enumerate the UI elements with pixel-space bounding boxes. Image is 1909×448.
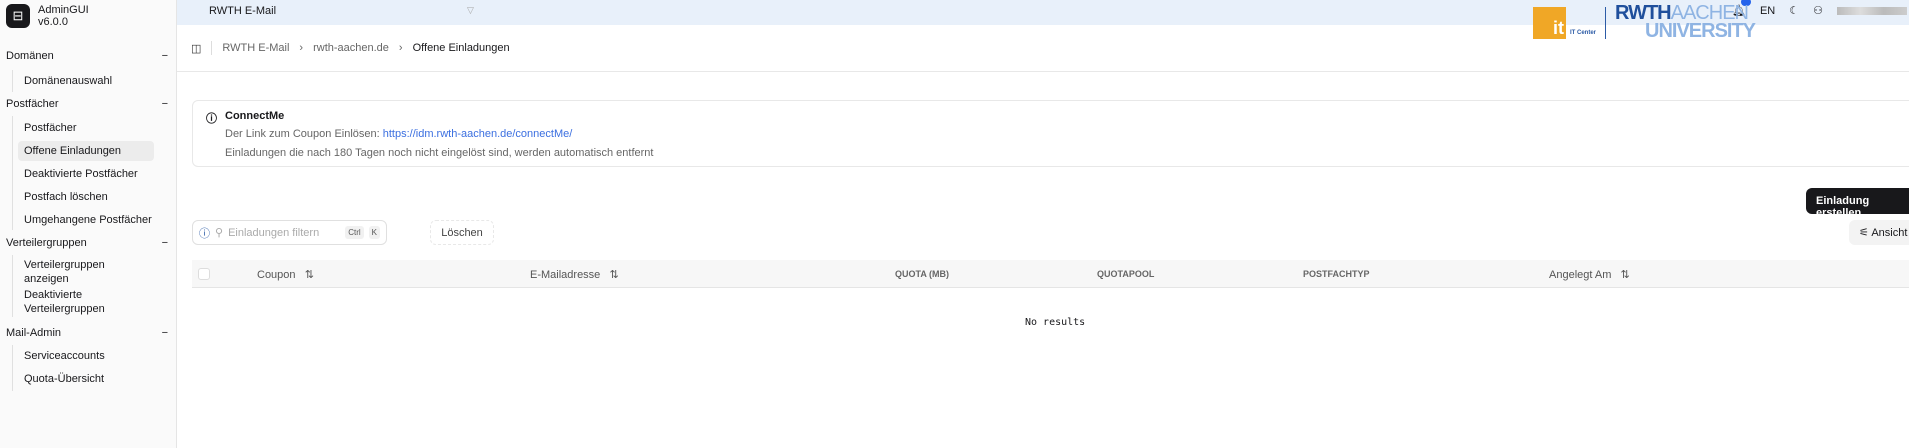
info-icon[interactable]: ⓘ xyxy=(199,225,210,241)
it-logo-text: it xyxy=(1553,18,1564,38)
column-quotapool: QUOTAPOOL xyxy=(1097,269,1155,279)
breadcrumb: ◫ RWTH E-Mail › rwth-aachen.de › Offene Ei… xyxy=(191,41,510,55)
divider xyxy=(12,116,13,230)
rwth-logo: RWTHAACHEN UNIVERSITY xyxy=(1615,3,1756,42)
sidebar-section-mail-admin[interactable]: Mail-Admin − xyxy=(6,327,168,339)
column-email[interactable]: E-Mailadresse ⇅ xyxy=(530,268,619,281)
divider xyxy=(1605,7,1606,39)
app-name: AdminGUI xyxy=(38,4,89,16)
section-label: Domänen xyxy=(6,50,54,62)
table-header: Coupon ⇅ E-Mailadresse ⇅ QUOTA (MB) QUOT… xyxy=(192,260,1909,288)
university-text: UNIVERSITY xyxy=(1645,20,1756,42)
column-coupon[interactable]: Coupon ⇅ xyxy=(257,268,314,281)
collapse-icon[interactable]: − xyxy=(162,237,168,249)
sidebar-toggle-icon[interactable]: ◫ xyxy=(191,42,201,55)
filter-placeholder: Einladungen filtern xyxy=(228,226,320,239)
connectme-info-box: ⓘ ConnectMe Der Link zum Coupon Einlösen:… xyxy=(192,100,1909,167)
sort-icon[interactable]: ⇅ xyxy=(609,269,618,281)
section-label: Postfächer xyxy=(6,98,59,110)
sidebar-item-deaktivierte-verteilergruppen[interactable]: Deaktivierte Verteilergruppen xyxy=(24,286,109,318)
info-title: ConnectMe xyxy=(225,110,285,122)
sidebar-section-domaenen[interactable]: Domänen − xyxy=(6,50,168,62)
empty-state: No results xyxy=(1025,317,1086,328)
column-label: Angelegt Am xyxy=(1549,269,1612,281)
divider xyxy=(12,255,13,317)
column-label: E-Mailadresse xyxy=(530,269,601,281)
sidebar-item-postfaecher[interactable]: Postfächer xyxy=(24,119,154,137)
sidebar-item-domaenenauswahl[interactable]: Domänenauswahl xyxy=(24,72,154,90)
divider xyxy=(12,345,13,391)
language-switch[interactable]: EN xyxy=(1760,5,1775,17)
filter-input[interactable]: ⓘ ⚲ Einladungen filtern Ctrl K xyxy=(192,220,387,245)
view-label: Ansicht xyxy=(1871,227,1908,239)
sidebar-item-umgehangene-postfaecher[interactable]: Umgehangene Postfächer xyxy=(24,211,154,229)
kbd-k: K xyxy=(368,226,380,239)
connectme-link[interactable]: https://idm.rwth-aachen.de/connectMe/ xyxy=(383,128,573,140)
divider xyxy=(12,70,13,92)
column-label: Coupon xyxy=(257,269,296,281)
chevron-down-icon[interactable]: ▽ xyxy=(467,5,474,16)
sliders-icon: ⚟ xyxy=(1859,227,1872,239)
breadcrumb-item[interactable]: RWTH E-Mail xyxy=(222,42,289,54)
info-link-label: Der Link zum Coupon Einlösen: xyxy=(225,128,383,140)
it-center-logo: it xyxy=(1533,7,1566,39)
create-invitation-button[interactable]: Einladung erstellen xyxy=(1806,188,1909,219)
sidebar-item-postfach-loeschen[interactable]: Postfach löschen xyxy=(24,188,154,206)
sidebar-item-verteilergruppen-anzeigen[interactable]: Verteilergruppen anzeigen xyxy=(24,256,119,288)
clear-filter-button[interactable]: Löschen xyxy=(430,220,494,245)
service-select[interactable]: RWTH E-Mail xyxy=(209,5,276,17)
app-version: v6.0.0 xyxy=(38,16,68,28)
collapse-icon[interactable]: − xyxy=(162,50,168,62)
user-icon[interactable]: ⚇ xyxy=(1813,4,1823,17)
breadcrumb-current: Offene Einladungen xyxy=(412,42,510,54)
column-angelegt-am[interactable]: Angelegt Am ⇅ xyxy=(1549,268,1630,281)
column-postfachtyp: POSTFACHTYP xyxy=(1303,269,1370,279)
moon-icon[interactable]: ☾ xyxy=(1789,4,1799,17)
sidebar-item-offene-einladungen[interactable]: Offene Einladungen xyxy=(18,141,154,161)
sidebar-section-verteilergruppen[interactable]: Verteilergruppen − xyxy=(6,237,168,249)
column-quota: QUOTA (MB) xyxy=(895,269,949,279)
sort-icon[interactable]: ⇅ xyxy=(305,269,314,281)
view-options-button[interactable]: ⚟ Ansicht xyxy=(1849,220,1909,245)
select-all-checkbox[interactable] xyxy=(198,268,210,280)
collapse-icon[interactable]: − xyxy=(162,98,168,110)
info-icon: ⓘ xyxy=(206,113,217,125)
app-brand[interactable]: ⊟ AdminGUI v6.0.0 xyxy=(6,4,89,28)
section-label: Verteilergruppen xyxy=(6,237,87,249)
user-name-redacted[interactable] xyxy=(1837,6,1907,15)
app-logo-icon: ⊟ xyxy=(6,4,30,28)
info-note: Einladungen die nach 180 Tagen noch nich… xyxy=(225,147,654,159)
sidebar-section-postfaecher[interactable]: Postfächer − xyxy=(6,98,168,110)
search-icon: ⚲ xyxy=(215,227,224,239)
chevron-right-icon: › xyxy=(299,42,304,54)
collapse-icon[interactable]: − xyxy=(162,327,168,339)
sidebar-item-deaktivierte-postfaecher[interactable]: Deaktivierte Postfächer xyxy=(24,165,154,183)
sort-icon[interactable]: ⇅ xyxy=(1621,269,1630,281)
sidebar: ⊟ AdminGUI v6.0.0 Domänen − Domänenauswahl… xyxy=(0,0,177,448)
chevron-right-icon: › xyxy=(398,42,403,54)
it-center-label: IT Center xyxy=(1570,30,1597,36)
sidebar-item-serviceaccounts[interactable]: Serviceaccounts xyxy=(24,347,154,365)
sidebar-item-quota-uebersicht[interactable]: Quota-Übersicht xyxy=(24,370,154,388)
breadcrumb-item[interactable]: rwth-aachen.de xyxy=(313,42,389,54)
kbd-ctrl: Ctrl xyxy=(345,226,364,239)
divider xyxy=(211,41,213,55)
section-label: Mail-Admin xyxy=(6,327,62,339)
